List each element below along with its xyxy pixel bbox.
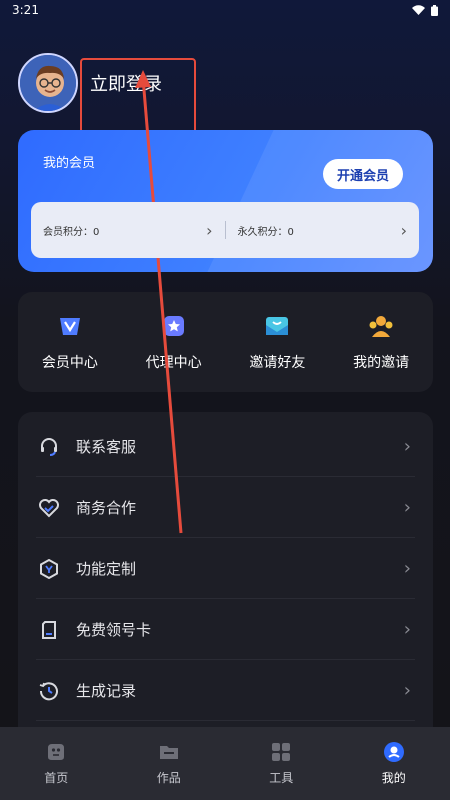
- member-points-label: 会员积分：0: [43, 226, 100, 238]
- quick-item-label: 会员中心: [41, 355, 98, 371]
- chevron-right-icon: ›: [206, 220, 213, 240]
- quick-item-vip-center[interactable]: 会员中心: [25, 312, 115, 372]
- agent-star-icon: [160, 312, 188, 340]
- folder-icon: [159, 746, 178, 759]
- grid-icon: [272, 743, 291, 761]
- quick-item-my-invites[interactable]: 我的邀请: [336, 312, 426, 372]
- sim-card-icon: [38, 619, 60, 641]
- headset-icon: [38, 436, 60, 458]
- menu-item-generation-history[interactable]: 生成记录 ›: [18, 660, 433, 721]
- avatar-image: [20, 55, 76, 111]
- chevron-right-icon: ›: [403, 680, 411, 701]
- chevron-right-icon: ›: [400, 220, 407, 240]
- quick-item-agent-center[interactable]: 代理中心: [129, 312, 219, 372]
- open-membership-button[interactable]: 开通会员: [323, 159, 403, 189]
- nav-tab-tools[interactable]: 工具: [241, 741, 321, 786]
- people-icon: [367, 312, 395, 340]
- nav-label: 工具: [269, 771, 294, 785]
- settings-menu: 联系客服 › 商务合作 › 功能定制 › 免费领号卡 › 生成记录 ›: [18, 412, 433, 742]
- nav-tab-works[interactable]: 作品: [129, 741, 209, 786]
- cube-icon: [38, 558, 60, 580]
- permanent-points-item[interactable]: 永久积分：0 ›: [226, 202, 420, 258]
- menu-item-label: 生成记录: [76, 682, 137, 700]
- nav-label: 我的: [381, 771, 406, 785]
- menu-item-customization[interactable]: 功能定制 ›: [18, 538, 433, 599]
- chevron-right-icon: ›: [403, 619, 411, 640]
- status-bar: 3:21: [0, 0, 450, 20]
- handshake-heart-icon: [38, 497, 60, 519]
- bottom-nav: 首页 作品 工具 我的: [0, 727, 450, 800]
- chevron-right-icon: ›: [403, 558, 411, 579]
- annotation-highlight-box: [80, 58, 196, 136]
- invite-envelope-icon: [263, 312, 291, 340]
- menu-item-label: 联系客服: [76, 438, 137, 456]
- battery-icon: [431, 4, 438, 16]
- menu-item-label: 功能定制: [76, 560, 137, 578]
- menu-item-customer-service[interactable]: 联系客服 ›: [18, 416, 433, 477]
- nav-label: 首页: [44, 771, 69, 785]
- profile-icon: [383, 742, 404, 762]
- history-icon: [38, 680, 60, 702]
- quick-item-label: 代理中心: [145, 355, 202, 371]
- wifi-icon: [412, 5, 425, 15]
- chevron-right-icon: ›: [403, 436, 411, 457]
- menu-item-label: 商务合作: [76, 499, 137, 517]
- member-card: 我的会员 开通会员 会员积分：0 › 永久积分：0 ›: [18, 130, 433, 272]
- points-panel: 会员积分：0 › 永久积分：0 ›: [31, 202, 419, 258]
- menu-item-free-sim-card[interactable]: 免费领号卡 ›: [18, 599, 433, 660]
- avatar[interactable]: [18, 53, 78, 113]
- menu-item-label: 免费领号卡: [76, 621, 152, 639]
- menu-item-business[interactable]: 商务合作 ›: [18, 477, 433, 538]
- quick-actions: 会员中心 代理中心 邀请好友 我的邀请: [18, 292, 433, 392]
- vip-icon: [56, 312, 84, 340]
- status-icons: [412, 4, 438, 16]
- chevron-right-icon: ›: [403, 497, 411, 518]
- member-points-item[interactable]: 会员积分：0 ›: [31, 202, 225, 258]
- home-icon: [48, 744, 65, 760]
- status-time: 3:21: [12, 3, 39, 17]
- nav-label: 作品: [156, 771, 181, 785]
- nav-tab-home[interactable]: 首页: [16, 741, 96, 786]
- member-title: 我的会员: [43, 156, 96, 171]
- nav-tab-mine[interactable]: 我的: [354, 741, 434, 786]
- quick-item-invite-friends[interactable]: 邀请好友: [232, 312, 322, 372]
- quick-item-label: 我的邀请: [353, 355, 410, 371]
- permanent-points-label: 永久积分：0: [237, 226, 294, 238]
- divider: [36, 720, 415, 721]
- quick-item-label: 邀请好友: [249, 355, 306, 371]
